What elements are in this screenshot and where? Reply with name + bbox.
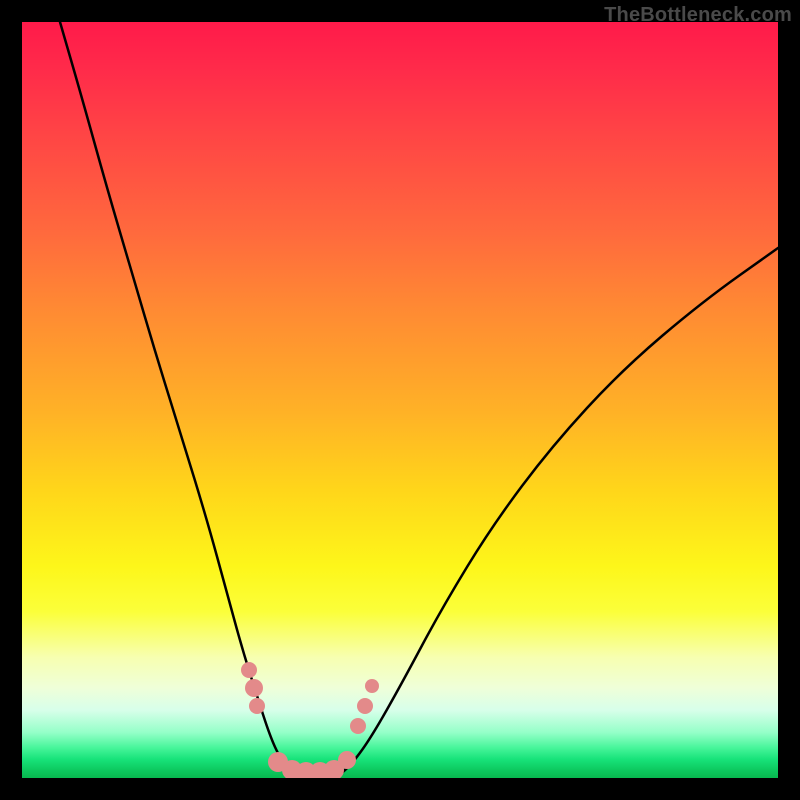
outer-frame: TheBottleneck.com bbox=[0, 0, 800, 800]
marker-dot bbox=[245, 679, 263, 697]
curves-layer bbox=[22, 22, 778, 778]
marker-dot bbox=[338, 751, 356, 769]
plot-area bbox=[22, 22, 778, 778]
marker-dot bbox=[365, 679, 379, 693]
marker-dot bbox=[249, 698, 265, 714]
curve-group bbox=[60, 22, 778, 777]
marker-dot bbox=[357, 698, 373, 714]
watermark-text: TheBottleneck.com bbox=[604, 4, 792, 27]
bottleneck-curve bbox=[60, 22, 778, 777]
marker-dot bbox=[350, 718, 366, 734]
marker-dot bbox=[241, 662, 257, 678]
marker-dots-group bbox=[241, 662, 379, 778]
